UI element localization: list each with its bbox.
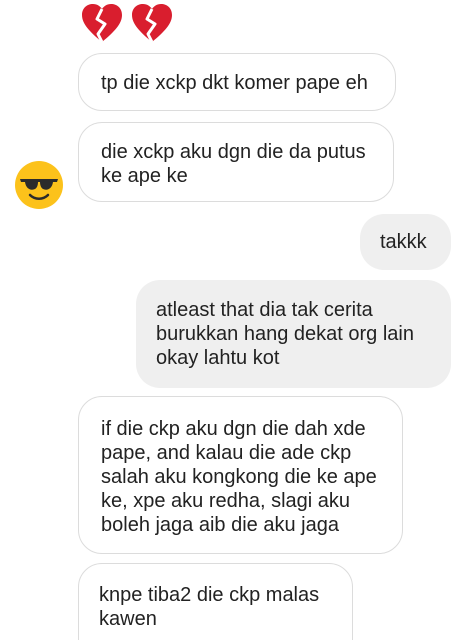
sunglasses-smiley-icon[interactable]	[14, 160, 64, 210]
message-bubble[interactable]: knpe tiba2 die ckp malas kawen	[78, 563, 353, 640]
broken-heart-icon	[80, 2, 124, 44]
message-bubble[interactable]: takkk	[360, 214, 451, 270]
message-bubble[interactable]: if die ckp aku dgn die dah xde pape, and…	[78, 396, 403, 554]
message-bubble[interactable]: die xckp aku dgn die da putus ke ape ke	[78, 122, 394, 202]
chat-thread: tp die xckp dkt komer pape eh die xckp a…	[0, 0, 469, 640]
reaction-row	[80, 2, 174, 44]
broken-heart-icon	[130, 2, 174, 44]
message-bubble[interactable]: atleast that dia tak cerita burukkan han…	[136, 280, 451, 388]
message-bubble[interactable]: tp die xckp dkt komer pape eh	[78, 53, 396, 111]
